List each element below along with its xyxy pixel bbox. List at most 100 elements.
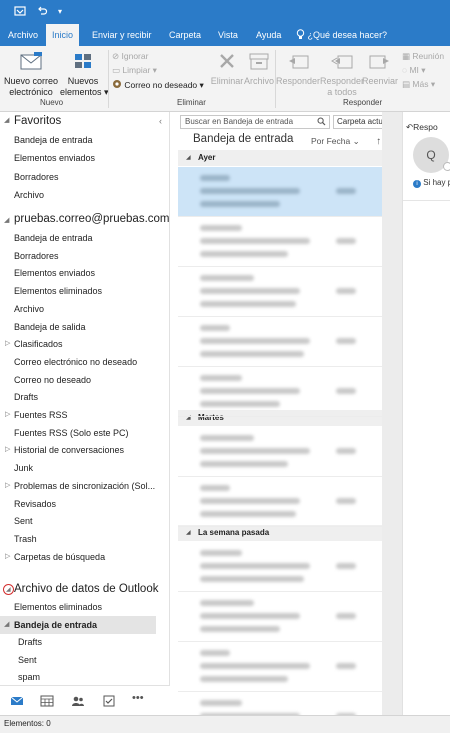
expand-arrow-icon[interactable]: ▷ — [5, 551, 10, 563]
lightbulb-icon — [296, 29, 308, 40]
folder-item[interactable]: Trash — [14, 533, 37, 545]
folder-item[interactable]: Correo no deseado — [14, 374, 91, 386]
expand-arrow-icon[interactable]: ▷ — [5, 338, 10, 350]
folder-item[interactable]: Drafts — [14, 391, 38, 403]
folder-item[interactable]: Problemas de sincronización (Sol... — [14, 480, 155, 492]
folder-item[interactable]: Borradores — [14, 171, 59, 183]
folder-item[interactable]: Elementos eliminados — [14, 601, 102, 613]
reply-all-button[interactable]: Responder a todos — [320, 52, 364, 98]
meeting-button[interactable]: ▦ Reunión — [402, 51, 444, 62]
sort-dropdown[interactable]: Por Fecha ⌄ ↑ — [311, 136, 381, 147]
folder-item[interactable]: Junk — [14, 462, 33, 474]
folder-item[interactable]: Fuentes RSS — [14, 409, 68, 421]
reply-label: Responder — [275, 76, 321, 86]
reading-pane: ↶Respo Q i Si hay p — [402, 112, 450, 715]
expand-arrow-icon[interactable]: ▷ — [5, 444, 10, 456]
people-icon[interactable] — [71, 695, 85, 707]
collapse-pane-icon[interactable]: ‹ — [159, 115, 162, 127]
group-header-last-week[interactable]: ◢ La semana pasada — [178, 525, 382, 541]
group-header-yesterday[interactable]: ◢ Ayer — [178, 150, 382, 166]
folder-item[interactable]: Archivo — [14, 189, 44, 201]
redacted-text — [336, 498, 356, 504]
message-row[interactable] — [178, 317, 382, 367]
expand-arrow-icon[interactable]: ▷ — [5, 480, 10, 492]
datafile-header[interactable]: Archivo de datos de Outlook — [14, 582, 158, 596]
folder-item[interactable]: Clasificados — [14, 338, 63, 350]
ignore-button[interactable]: ⊘ Ignorar — [112, 51, 148, 62]
delete-button[interactable]: Eliminar — [207, 52, 247, 87]
expand-arrow-icon[interactable]: ◢ — [4, 115, 9, 127]
redacted-text — [336, 338, 356, 344]
folder-item[interactable]: Historial de conversaciones — [14, 444, 124, 456]
tab-enviar-recibir[interactable]: Enviar y recibir — [86, 24, 158, 46]
folder-item[interactable]: Carpetas de búsqueda — [14, 551, 105, 563]
new-items-button[interactable]: Nuevos elementos ▾ — [60, 52, 109, 98]
folder-item[interactable]: Bandeja de entrada — [14, 232, 93, 244]
folder-item[interactable]: Fuentes RSS (Solo este PC) — [14, 427, 129, 439]
reading-reply-button[interactable]: ↶Respo — [406, 122, 438, 133]
clean-button[interactable]: ▭ Limpiar ▾ — [112, 65, 157, 76]
folder-item[interactable]: Borradores — [14, 250, 59, 262]
tasks-icon[interactable] — [102, 695, 116, 707]
folder-item[interactable]: Sent — [18, 654, 37, 666]
redacted-text — [200, 251, 288, 257]
expand-arrow-icon[interactable]: ▷ — [5, 409, 10, 421]
expand-arrow-icon[interactable]: ◢ — [6, 584, 11, 596]
forward-button[interactable]: Reenviar — [362, 52, 398, 87]
message-row[interactable] — [178, 477, 382, 527]
folder-item[interactable]: Sent — [14, 515, 33, 527]
tab-archivo[interactable]: Archivo — [2, 24, 44, 46]
folder-item[interactable]: spam — [18, 671, 40, 683]
message-row[interactable] — [178, 692, 382, 715]
folder-item[interactable]: Revisados — [14, 498, 56, 510]
undo-icon[interactable] — [36, 5, 48, 21]
more-button[interactable]: ▤ Más ▾ — [402, 79, 435, 90]
tab-inicio[interactable]: Inicio — [46, 24, 80, 46]
new-email-button[interactable]: Nuevo correo electrónico — [3, 52, 59, 98]
send-receive-icon[interactable] — [14, 5, 26, 21]
new-email-label-1: Nuevo correo — [3, 76, 59, 86]
folder-item[interactable]: Correo electrónico no deseado — [14, 356, 137, 368]
scroll-gutter[interactable] — [382, 112, 402, 715]
tab-ayuda[interactable]: Ayuda — [250, 24, 287, 46]
reply-button[interactable]: Responder — [275, 52, 321, 87]
message-row[interactable] — [178, 267, 382, 317]
folder-item[interactable]: Elementos enviados — [14, 152, 95, 164]
more-modules-icon[interactable]: ••• — [132, 692, 146, 704]
tab-carpeta[interactable]: Carpeta — [163, 24, 207, 46]
im-button[interactable]: ◌ MI ▾ — [402, 65, 426, 76]
message-row[interactable] — [178, 217, 382, 267]
calendar-icon[interactable] — [40, 695, 54, 707]
im-icon: ◌ — [402, 65, 408, 75]
message-row[interactable] — [178, 427, 382, 477]
message-row[interactable] — [178, 367, 382, 417]
search-input[interactable]: Buscar en Bandeja de entrada — [180, 115, 330, 129]
search-scope-dropdown[interactable]: Carpeta actual ▾ — [333, 115, 382, 129]
group-label-respond: Responder — [343, 98, 383, 107]
message-row[interactable] — [178, 542, 382, 592]
folder-item[interactable]: Elementos eliminados — [14, 285, 102, 297]
mail-icon[interactable] — [10, 695, 24, 707]
message-row[interactable] — [178, 642, 382, 692]
archive-button[interactable]: Archivo — [244, 52, 274, 87]
folder-pane: ◢ Favoritos ‹ Bandeja de entrada Elemento… — [0, 112, 170, 685]
tell-me-search[interactable]: ¿Qué desea hacer? — [290, 24, 393, 46]
sort-direction-arrow-icon[interactable]: ↑ — [376, 136, 381, 147]
folder-item[interactable]: Bandeja de salida — [14, 321, 86, 333]
folder-item[interactable]: Archivo — [14, 303, 44, 315]
message-row[interactable] — [178, 592, 382, 642]
folder-item[interactable]: Drafts — [18, 636, 42, 648]
account-header[interactable]: pruebas.correo@pruebas.com — [14, 212, 169, 226]
expand-arrow-icon[interactable]: ◢ — [4, 619, 9, 631]
search-icon[interactable] — [317, 117, 326, 130]
tab-vista[interactable]: Vista — [212, 24, 244, 46]
new-items-label-1: Nuevos — [67, 76, 99, 86]
favorites-header[interactable]: Favoritos — [14, 114, 61, 128]
folder-item[interactable]: Bandeja de entrada — [14, 619, 97, 631]
folder-item[interactable]: Elementos enviados — [14, 267, 95, 279]
message-row[interactable] — [178, 167, 382, 217]
folder-item[interactable]: Bandeja de entrada — [14, 134, 93, 146]
quick-access-dropdown-icon[interactable]: ▾ — [58, 5, 62, 19]
junk-button[interactable]: Correo no deseado ▾ — [112, 79, 204, 91]
expand-arrow-icon[interactable]: ◢ — [4, 215, 9, 227]
